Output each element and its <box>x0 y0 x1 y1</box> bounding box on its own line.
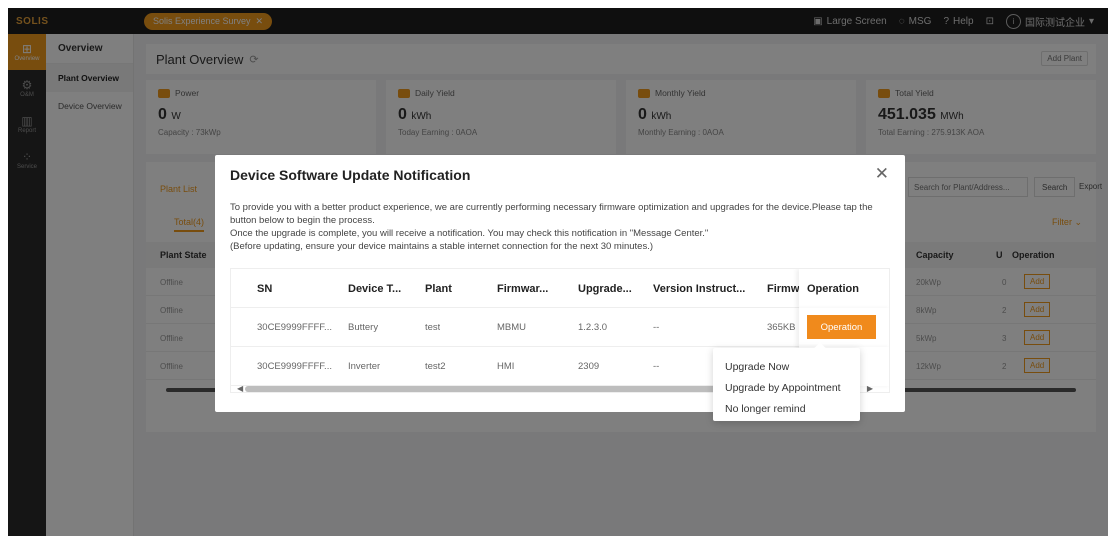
modal-paragraph: (Before updating, ensure your device mai… <box>230 241 653 252</box>
device-firmware-size: 365KB <box>767 322 796 333</box>
device-type: Inverter <box>348 361 381 372</box>
col-operation-cell: Operation <box>799 269 889 308</box>
device-version-instruction: -- <box>653 322 660 333</box>
col-operation: Operation <box>807 283 859 295</box>
device-firmware: HMI <box>497 361 515 372</box>
device-type: Buttery <box>348 322 379 333</box>
device-plant: test2 <box>425 361 446 372</box>
operation-button[interactable]: Operation <box>807 315 876 339</box>
col-device-type: Device T... <box>348 283 402 295</box>
scroll-left-icon[interactable]: ◀ <box>237 384 243 392</box>
col-plant: Plant <box>425 283 452 295</box>
device-table-header: SN Device T... Plant Firmwar... Upgrade.… <box>231 269 889 308</box>
menu-item-upgrade-by-appointment[interactable]: Upgrade by Appointment <box>713 377 860 398</box>
col-version-instruction: Version Instruct... <box>653 283 746 295</box>
device-upgrade-version: 2309 <box>578 361 600 372</box>
device-firmware: MBMU <box>497 322 527 333</box>
device-plant: test <box>425 322 441 333</box>
modal-body: To provide you with a better product exp… <box>230 201 892 253</box>
modal-paragraph: Once the upgrade is complete, you will r… <box>230 228 709 239</box>
menu-item-no-longer-remind[interactable]: No longer remind <box>713 398 860 419</box>
device-version-instruction: -- <box>653 361 660 372</box>
menu-item-upgrade-now[interactable]: Upgrade Now <box>713 356 860 377</box>
operation-dropdown-menu: Upgrade Now Upgrade by Appointment No lo… <box>713 342 860 421</box>
col-upgrade: Upgrade... <box>578 283 632 295</box>
col-firmware-size: Firmw <box>767 283 799 295</box>
device-sn: 30CE9999FFFF... <box>257 361 332 372</box>
modal-paragraph: To provide you with a better product exp… <box>230 202 873 226</box>
col-sn: SN <box>257 283 273 295</box>
operation-cell: Operation <box>799 308 889 347</box>
modal-title: Device Software Update Notification <box>230 167 471 183</box>
close-icon[interactable]: ✕ <box>875 165 889 182</box>
col-firmware: Firmwar... <box>497 283 549 295</box>
device-sn: 30CE9999FFFF... <box>257 322 332 333</box>
scroll-right-icon[interactable]: ▶ <box>867 384 873 392</box>
table-row: 30CE9999FFFF... Buttery test MBMU 1.2.3.… <box>231 308 889 347</box>
device-upgrade-version: 1.2.3.0 <box>578 322 608 333</box>
